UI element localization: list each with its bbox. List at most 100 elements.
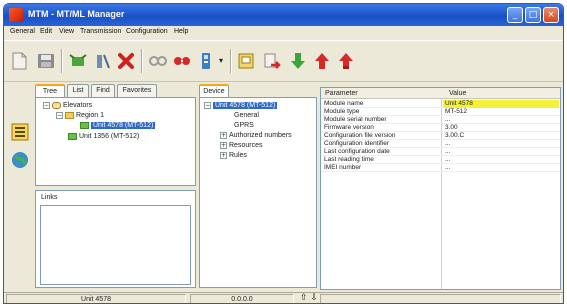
upload-arrow-icon[interactable] [310, 49, 334, 73]
param-name: Firmware version [324, 124, 374, 131]
window-title: MTM - MT/ML Manager [28, 9, 125, 19]
device-node-general[interactable]: General [234, 112, 259, 119]
status-counter: 0.0.0.0 [190, 294, 294, 303]
table-row[interactable]: Module type MT-512 [321, 108, 560, 116]
links-panel: Links [35, 190, 196, 288]
tab-find[interactable]: Find [91, 84, 115, 97]
param-value[interactable]: ... [443, 164, 559, 172]
new-file-icon[interactable] [8, 49, 32, 73]
tree-item-unit-1356[interactable]: Unit 1356 (MT-512) [68, 133, 139, 140]
table-row[interactable]: Last reading time... [321, 156, 560, 164]
table-row[interactable]: Configuration file version 3.00.C [321, 132, 560, 140]
expand-icon[interactable]: + [220, 132, 227, 139]
tab-tree[interactable]: Tree [35, 84, 65, 98]
menu-transmission[interactable]: Transmission [80, 28, 121, 35]
expand-icon[interactable]: + [220, 152, 227, 159]
phonebook-icon[interactable] [234, 49, 258, 73]
title-bar[interactable]: MTM - MT/ML Manager _ □ × [4, 4, 563, 26]
save-icon[interactable] [34, 49, 58, 73]
table-row[interactable]: Last configuration date... [321, 148, 560, 156]
tab-device[interactable]: Device [199, 84, 229, 98]
link-red-icon[interactable] [170, 49, 194, 73]
upload-arrow-alt-icon[interactable] [334, 49, 358, 73]
param-value[interactable]: Unit 4578 [443, 100, 559, 108]
link-gray-icon[interactable] [146, 49, 170, 73]
collapse-icon[interactable]: − [204, 102, 211, 109]
param-name: Module name [324, 100, 364, 107]
param-name: Configuration identifier [324, 140, 390, 147]
connect-device-icon[interactable] [66, 49, 90, 73]
menu-view[interactable]: View [59, 28, 74, 35]
device-node-resources[interactable]: + Resources [220, 142, 262, 149]
param-value[interactable]: 3.00 [443, 124, 559, 132]
param-name: Last configuration date [324, 148, 390, 155]
table-row[interactable]: Firmware version 3.00 [321, 124, 560, 132]
menu-general[interactable]: General [10, 28, 35, 35]
device-root-label: Unit 4578 (MT-512) [213, 102, 278, 109]
device-node-label: Authorized numbers [229, 132, 292, 139]
links-title: Links [41, 194, 58, 201]
status-unit: Unit 4578 [6, 294, 186, 303]
table-row[interactable]: Configuration identifier... [321, 140, 560, 148]
tree-root-elevators[interactable]: − Elevators [43, 102, 92, 109]
device-node-gprs[interactable]: GPRS [234, 122, 254, 129]
minimize-button[interactable]: _ [507, 7, 523, 23]
status-right [320, 294, 561, 303]
folder-icon [65, 112, 74, 119]
elevator-folder-icon [52, 102, 61, 109]
param-name: Module serial number [324, 116, 387, 123]
param-value[interactable]: MT-512 [443, 108, 559, 116]
header-value[interactable]: Value [449, 90, 466, 97]
maximize-button[interactable]: □ [525, 7, 541, 23]
table-row[interactable]: IMEI number... [321, 164, 560, 172]
param-value[interactable]: 3.00.C [443, 132, 559, 140]
toolbar-separator [230, 49, 232, 73]
header-parameter[interactable]: Parameter [325, 90, 358, 97]
left-panel-tabs: Tree List Find Favorites [35, 84, 196, 98]
device-panel-tabs: Device [199, 84, 317, 98]
tab-favorites[interactable]: Favorites [117, 84, 157, 97]
param-value[interactable]: ... [443, 148, 559, 156]
close-button[interactable]: × [543, 7, 559, 23]
tree-group-region[interactable]: − Region 1 [56, 112, 104, 119]
toolbar: ▾ [4, 40, 563, 82]
collapse-icon[interactable]: − [43, 102, 50, 109]
dropdown-icon[interactable]: ▾ [216, 49, 226, 73]
device-node-authorized-numbers[interactable]: + Authorized numbers [220, 132, 292, 139]
device-node-label: General [234, 112, 259, 119]
links-list[interactable] [40, 205, 191, 285]
param-name: IMEI number [324, 164, 362, 171]
delete-icon[interactable] [114, 49, 138, 73]
disconnect-device-icon[interactable] [90, 49, 114, 73]
unit-module-icon [68, 133, 77, 140]
device-root[interactable]: − Unit 4578 (MT-512) [204, 102, 278, 109]
globe-map-icon[interactable] [10, 150, 30, 170]
send-config-icon[interactable] [260, 49, 284, 73]
table-row[interactable]: Module name Unit 4578 [321, 100, 560, 108]
left-sidebar [8, 84, 32, 284]
tab-list[interactable]: List [67, 84, 89, 97]
device-node-rules[interactable]: + Rules [220, 152, 247, 159]
menu-edit[interactable]: Edit [40, 28, 52, 35]
device-node-label: Rules [229, 152, 247, 159]
param-value[interactable]: ... [443, 116, 559, 124]
param-value[interactable]: ... [443, 156, 559, 164]
menu-configuration[interactable]: Configuration [126, 28, 168, 35]
configuration-view-icon[interactable] [10, 122, 30, 142]
collapse-icon[interactable]: − [56, 112, 63, 119]
tree-item-unit-4578[interactable]: Unit 4578 (MT-512) [80, 122, 156, 129]
tree-label: Unit 1356 (MT-512) [79, 133, 140, 140]
status-bar: Unit 4578 0.0.0.0 ⇧ ⇩ [4, 292, 563, 303]
menu-help[interactable]: Help [174, 28, 188, 35]
device-config-icon[interactable] [194, 49, 218, 73]
menu-bar: General Edit View Transmission Configura… [4, 26, 563, 40]
toolbar-separator [61, 49, 63, 73]
param-value[interactable]: ... [443, 140, 559, 148]
device-node-label: Resources [229, 142, 263, 149]
expand-icon[interactable]: + [220, 142, 227, 149]
download-arrow-icon[interactable] [286, 49, 310, 73]
toolbar-separator [141, 49, 143, 73]
param-name: Module type [324, 108, 360, 115]
app-logo-icon [9, 8, 23, 22]
table-row[interactable]: Module serial number... [321, 116, 560, 124]
